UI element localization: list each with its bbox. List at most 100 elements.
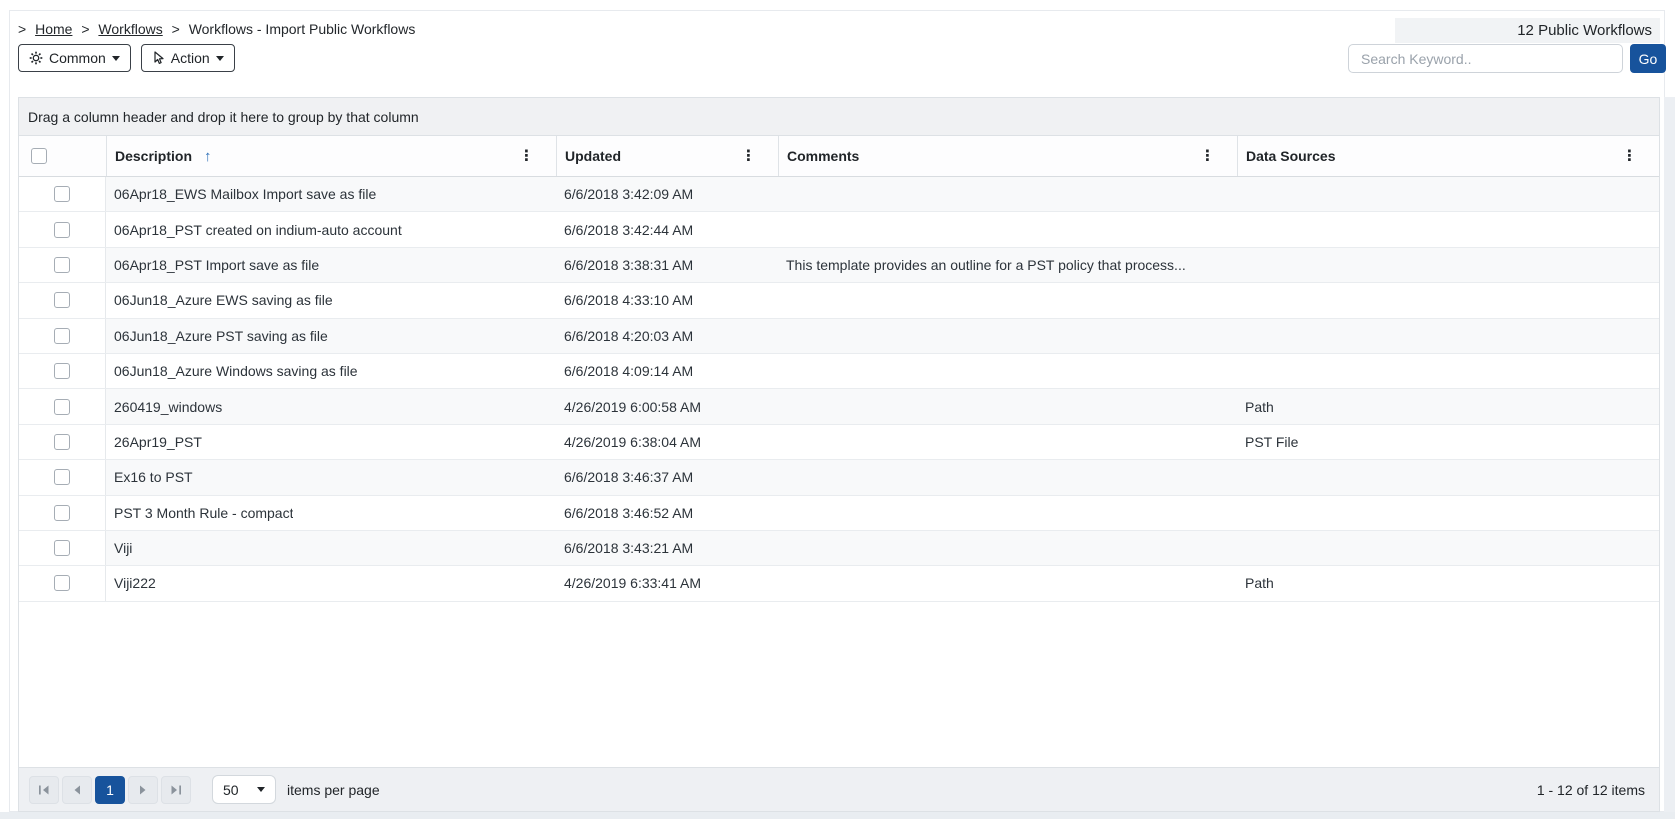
comments-value: This template provides an outline for a …	[786, 257, 1186, 273]
gear-icon	[29, 51, 43, 65]
comments-cell	[778, 531, 1237, 565]
description-cell: 06Jun18_Azure PST saving as file	[106, 319, 556, 353]
data-sources-cell	[1237, 531, 1659, 565]
row-checkbox[interactable]	[54, 222, 70, 238]
description-value: 06Jun18_Azure EWS saving as file	[114, 292, 333, 308]
updated-value: 6/6/2018 4:33:10 AM	[564, 292, 693, 308]
description-cell: Viji	[106, 531, 556, 565]
column-header-comments[interactable]: Comments ⋮	[778, 136, 1237, 176]
updated-cell: 6/6/2018 3:42:09 AM	[556, 177, 778, 211]
select-column-header	[19, 136, 106, 176]
pager-range-label: 1 - 12 of 12 items	[1537, 782, 1645, 798]
row-checkbox[interactable]	[54, 363, 70, 379]
arrow-left-icon	[73, 785, 81, 795]
previous-page-button[interactable]	[62, 776, 92, 804]
breadcrumb-separator: >	[18, 21, 26, 37]
current-page-button[interactable]: 1	[95, 776, 125, 804]
updated-cell: 6/6/2018 3:43:21 AM	[556, 531, 778, 565]
updated-value: 6/6/2018 3:42:09 AM	[564, 186, 693, 202]
next-page-button[interactable]	[128, 776, 158, 804]
table-row[interactable]: 06Apr18_EWS Mailbox Import save as file …	[19, 177, 1659, 212]
row-select-cell	[19, 389, 106, 423]
column-menu-icon[interactable]: ⋮	[1622, 149, 1637, 164]
row-select-cell	[19, 425, 106, 459]
table-row[interactable]: Viji 6/6/2018 3:43:21 AM	[19, 531, 1659, 566]
page-size-dropdown[interactable]: 50	[212, 775, 276, 804]
row-checkbox[interactable]	[54, 328, 70, 344]
row-checkbox[interactable]	[54, 575, 70, 591]
grid-empty-space	[19, 602, 1659, 767]
vertical-scrollbar-track[interactable]	[1664, 97, 1675, 812]
row-checkbox[interactable]	[54, 257, 70, 273]
table-row[interactable]: 06Apr18_PST Import save as file 6/6/2018…	[19, 248, 1659, 283]
breadcrumb-workflows-link[interactable]: Workflows	[98, 21, 162, 37]
import-public-workflows-page: > Home > Workflows > Workflows - Import …	[0, 0, 1675, 819]
table-row[interactable]: 06Jun18_Azure Windows saving as file 6/6…	[19, 354, 1659, 389]
row-checkbox[interactable]	[54, 505, 70, 521]
count-label: 12 Public Workflows	[1517, 22, 1652, 39]
comments-cell: This template provides an outline for a …	[778, 248, 1237, 282]
description-cell: 26Apr19_PST	[106, 425, 556, 459]
table-row[interactable]: Ex16 to PST 6/6/2018 3:46:37 AM	[19, 460, 1659, 495]
comments-cell	[778, 283, 1237, 317]
row-checkbox[interactable]	[54, 469, 70, 485]
updated-value: 4/26/2019 6:33:41 AM	[564, 575, 701, 591]
column-menu-icon[interactable]: ⋮	[1200, 149, 1215, 164]
search-input[interactable]	[1348, 44, 1623, 73]
grid-body: 06Apr18_EWS Mailbox Import save as file …	[19, 177, 1659, 602]
table-row[interactable]: PST 3 Month Rule - compact 6/6/2018 3:46…	[19, 496, 1659, 531]
table-row[interactable]: Viji222 4/26/2019 6:33:41 AM Path	[19, 566, 1659, 601]
column-header-updated[interactable]: Updated ⋮	[556, 136, 778, 176]
table-row[interactable]: 260419_windows 4/26/2019 6:00:58 AM Path	[19, 389, 1659, 424]
select-all-checkbox[interactable]	[31, 148, 47, 164]
go-button[interactable]: Go	[1630, 44, 1666, 73]
pager-buttons: 1	[29, 776, 191, 804]
row-select-cell	[19, 566, 106, 600]
updated-cell: 6/6/2018 4:09:14 AM	[556, 354, 778, 388]
column-title: Updated	[565, 148, 621, 164]
data-sources-cell	[1237, 283, 1659, 317]
updated-value: 6/6/2018 3:46:52 AM	[564, 505, 693, 521]
updated-value: 4/26/2019 6:38:04 AM	[564, 434, 701, 450]
chevron-down-icon	[112, 56, 120, 61]
column-menu-icon[interactable]: ⋮	[741, 149, 756, 164]
column-header-data-sources[interactable]: Data Sources ⋮	[1237, 136, 1659, 176]
breadcrumb-home-link[interactable]: Home	[35, 21, 72, 37]
row-checkbox[interactable]	[54, 434, 70, 450]
comments-cell	[778, 389, 1237, 423]
description-value: 06Jun18_Azure Windows saving as file	[114, 363, 358, 379]
common-button[interactable]: Common	[18, 44, 131, 72]
pager: 1 50 items per page	[19, 767, 1659, 811]
description-value: 260419_windows	[114, 399, 222, 415]
row-select-cell	[19, 460, 106, 494]
updated-value: 4/26/2019 6:00:58 AM	[564, 399, 701, 415]
data-sources-cell	[1237, 460, 1659, 494]
table-row[interactable]: 26Apr19_PST 4/26/2019 6:38:04 AM PST Fil…	[19, 425, 1659, 460]
comments-cell	[778, 460, 1237, 494]
updated-cell: 4/26/2019 6:33:41 AM	[556, 566, 778, 600]
description-cell: PST 3 Month Rule - compact	[106, 496, 556, 530]
workflows-grid: Drag a column header and drop it here to…	[18, 97, 1660, 812]
description-value: 06Apr18_EWS Mailbox Import save as file	[114, 186, 376, 202]
data-sources-value: Path	[1245, 575, 1274, 591]
updated-cell: 4/26/2019 6:38:04 AM	[556, 425, 778, 459]
row-checkbox[interactable]	[54, 540, 70, 556]
table-row[interactable]: 06Jun18_Azure EWS saving as file 6/6/201…	[19, 283, 1659, 318]
last-page-button[interactable]	[161, 776, 191, 804]
column-menu-icon[interactable]: ⋮	[519, 149, 534, 164]
action-button[interactable]: Action	[141, 44, 235, 72]
group-drop-area[interactable]: Drag a column header and drop it here to…	[19, 98, 1659, 136]
updated-cell: 6/6/2018 4:20:03 AM	[556, 319, 778, 353]
row-checkbox[interactable]	[54, 186, 70, 202]
column-header-description[interactable]: Description ↑ ⋮	[106, 136, 556, 176]
horizontal-scrollbar-track[interactable]	[0, 812, 1675, 819]
description-cell: Ex16 to PST	[106, 460, 556, 494]
row-checkbox[interactable]	[54, 399, 70, 415]
table-row[interactable]: 06Apr18_PST created on indium-auto accou…	[19, 212, 1659, 247]
action-button-label: Action	[171, 50, 210, 66]
column-title: Data Sources	[1246, 148, 1335, 164]
table-row[interactable]: 06Jun18_Azure PST saving as file 6/6/201…	[19, 319, 1659, 354]
first-page-button[interactable]	[29, 776, 59, 804]
row-checkbox[interactable]	[54, 292, 70, 308]
comments-cell	[778, 496, 1237, 530]
